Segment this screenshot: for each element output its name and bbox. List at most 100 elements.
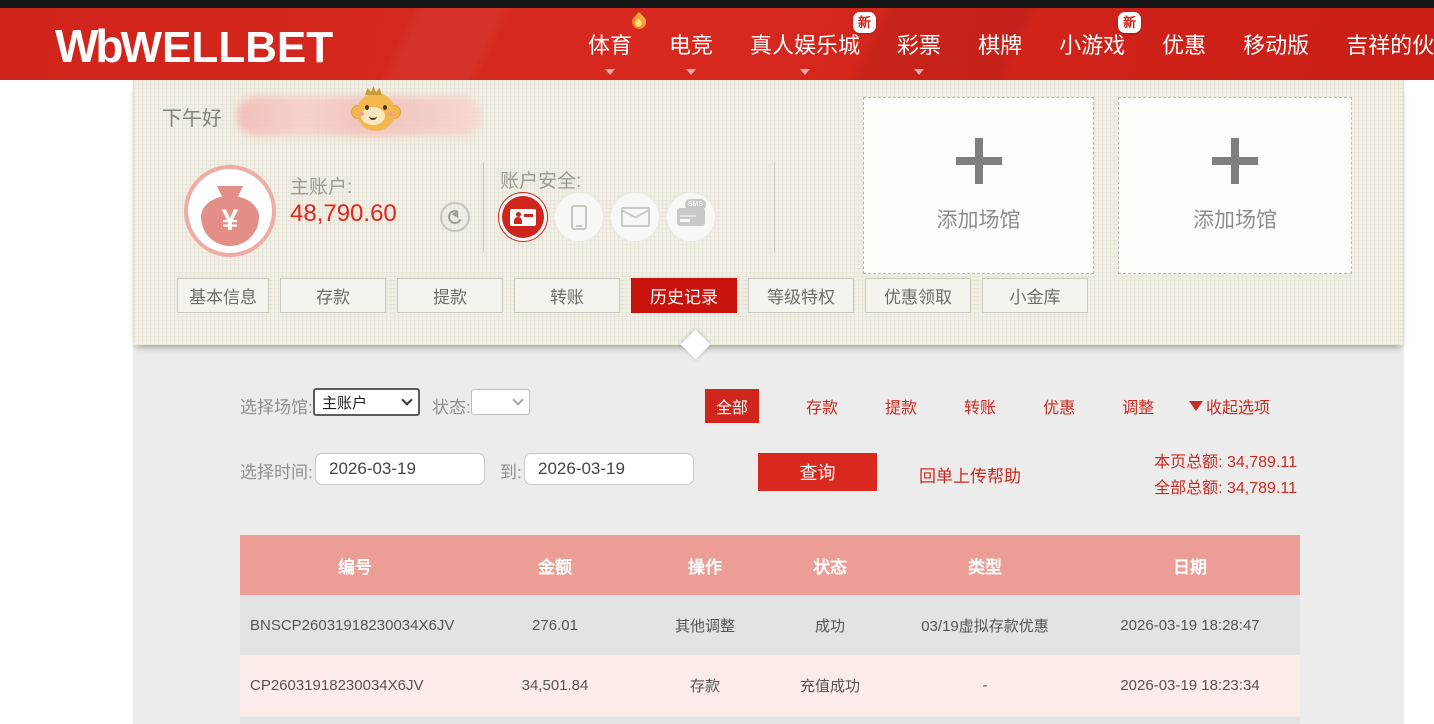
venue-select[interactable]: 主账户 — [313, 388, 420, 416]
nav-label: 彩票 — [897, 28, 941, 60]
history-table: 编号金额操作状态类型日期 BNSCP26031918230034X6JV276.… — [240, 535, 1300, 715]
divider — [774, 162, 775, 252]
account-panel: 下午好 ¥ 主账户: 48,790.60 账户安全: SMS — [133, 80, 1404, 345]
triangle-down-icon — [1189, 401, 1203, 411]
to-label: 到: — [500, 458, 522, 483]
caret-down-icon — [914, 69, 924, 75]
tab-存款[interactable]: 存款 — [280, 278, 386, 313]
table-cell: 2026-03-19 18:23:34 — [1080, 655, 1300, 715]
nav-item-真人娱乐城[interactable]: 真人娱乐城新 — [750, 8, 860, 80]
refresh-balance-button[interactable] — [440, 202, 470, 232]
table-header-row: 编号金额操作状态类型日期 — [240, 535, 1300, 595]
totals: 本页总额: 34,789.11 全部总额: 34,789.11 — [1154, 450, 1297, 502]
money-bag-icon: ¥ — [184, 165, 276, 257]
email-icon[interactable] — [610, 192, 660, 242]
type-filter-提款[interactable]: 提款 — [885, 394, 917, 418]
table-cell: 充值成功 — [770, 655, 890, 715]
nav-item-电竞[interactable]: 电竞 — [669, 8, 713, 80]
wellbet-logo[interactable]: WbWELLBET — [55, 19, 333, 73]
refresh-icon — [446, 208, 464, 226]
logo-text: WELLBET — [121, 23, 334, 72]
nav-item-棋牌[interactable]: 棋牌 — [978, 8, 1022, 80]
plus-icon — [1212, 138, 1258, 184]
id-card-icon[interactable] — [498, 192, 548, 242]
date-from-input[interactable] — [315, 453, 485, 485]
greeting: 下午好 — [162, 102, 222, 131]
table-column-header: 编号 — [240, 535, 470, 595]
tab-提款[interactable]: 提款 — [397, 278, 503, 313]
caret-down-icon — [800, 69, 810, 75]
type-filter-优惠[interactable]: 优惠 — [1043, 394, 1075, 418]
table-cell: 03/19虚拟存款优惠 — [890, 595, 1080, 655]
add-venue-button[interactable]: 添加场馆 — [1118, 97, 1352, 274]
security-icons-row: SMS — [498, 192, 716, 242]
date-to-input[interactable] — [524, 453, 694, 485]
chevron-down-icon — [512, 394, 523, 405]
tab-小金库[interactable]: 小金库 — [982, 278, 1088, 313]
tab-转账[interactable]: 转账 — [514, 278, 620, 313]
nav-label: 吉祥的伙伴 — [1346, 28, 1434, 60]
receipt-upload-help-link[interactable]: 回单上传帮助 — [919, 462, 1021, 487]
new-badge: 新 — [853, 12, 876, 33]
status-select[interactable] — [471, 389, 530, 415]
nav-item-小游戏[interactable]: 小游戏新 — [1059, 8, 1125, 80]
caret-down-icon — [686, 69, 696, 75]
account-security-label: 账户安全: — [500, 166, 581, 193]
type-filter-row: 全部 存款 提款 转账 优惠 调整 — [705, 389, 1154, 423]
site-header: WbWELLBET 体育电竞真人娱乐城新彩票棋牌小游戏新优惠移动版吉祥的伙伴 — [0, 8, 1434, 80]
main-nav: 体育电竞真人娱乐城新彩票棋牌小游戏新优惠移动版吉祥的伙伴 — [588, 8, 1434, 80]
table-cell: 存款 — [640, 655, 770, 715]
tab-等级特权[interactable]: 等级特权 — [748, 278, 854, 313]
nav-item-移动版[interactable]: 移动版 — [1243, 8, 1309, 80]
table-cell: CP26031918230034X6JV — [240, 655, 470, 715]
all-total: 全部总额: 34,789.11 — [1154, 476, 1297, 502]
account-balance: 48,790.60 — [290, 200, 397, 228]
partial-next-row — [240, 717, 1300, 724]
nav-item-优惠[interactable]: 优惠 — [1162, 8, 1206, 80]
table-cell: 2026-03-19 18:28:47 — [1080, 595, 1300, 655]
monkey-avatar-icon — [354, 92, 398, 134]
table-cell: 34,501.84 — [470, 655, 640, 715]
table-row: BNSCP26031918230034X6JV276.01其他调整成功03/19… — [240, 595, 1300, 655]
search-button[interactable]: 查询 — [758, 453, 877, 491]
add-venue-button[interactable]: 添加场馆 — [863, 97, 1094, 274]
table-cell: 其他调整 — [640, 595, 770, 655]
nav-label: 棋牌 — [978, 28, 1022, 60]
tab-基本信息[interactable]: 基本信息 — [177, 278, 269, 313]
nav-label: 小游戏 — [1059, 28, 1125, 60]
nav-label: 优惠 — [1162, 28, 1206, 60]
new-badge: 新 — [1118, 12, 1141, 33]
top-black-bar — [0, 0, 1434, 8]
main-account-label: 主账户: — [290, 172, 352, 199]
plus-icon — [956, 138, 1002, 184]
page-total: 本页总额: 34,789.11 — [1154, 450, 1297, 476]
caret-down-icon — [605, 69, 615, 75]
tab-优惠领取[interactable]: 优惠领取 — [865, 278, 971, 313]
nav-label: 电竞 — [669, 28, 713, 60]
type-filter-调整[interactable]: 调整 — [1122, 394, 1154, 418]
type-filter-存款[interactable]: 存款 — [806, 394, 838, 418]
table-column-header: 类型 — [890, 535, 1080, 595]
chevron-down-icon — [401, 394, 412, 405]
table-column-header: 操作 — [640, 535, 770, 595]
sms-phone-icon[interactable]: SMS — [554, 192, 604, 242]
time-filter-label: 选择时间: — [240, 458, 313, 483]
tab-历史记录[interactable]: 历史记录 — [631, 278, 737, 313]
venue-filter-label: 选择场馆: — [240, 393, 313, 418]
table-row: CP26031918230034X6JV34,501.84存款充值成功-2026… — [240, 655, 1300, 715]
nav-item-体育[interactable]: 体育 — [588, 8, 632, 80]
status-filter-label: 状态: — [432, 393, 471, 418]
table-cell: 成功 — [770, 595, 890, 655]
account-tabs: 基本信息存款提款转账历史记录等级特权优惠领取小金库 — [177, 278, 1088, 313]
nav-item-吉祥的伙伴[interactable]: 吉祥的伙伴 — [1346, 8, 1434, 80]
nav-item-彩票[interactable]: 彩票 — [897, 8, 941, 80]
type-filter-全部[interactable]: 全部 — [705, 389, 759, 423]
divider — [483, 162, 484, 252]
table-cell: - — [890, 655, 1080, 715]
nav-label: 移动版 — [1243, 28, 1309, 60]
type-filter-转账[interactable]: 转账 — [964, 394, 996, 418]
yen-symbol: ¥ — [222, 204, 239, 238]
table-column-header: 状态 — [770, 535, 890, 595]
collapse-options-link[interactable]: 收起选项 — [1189, 394, 1270, 418]
greeting-text: 下午好 — [162, 108, 222, 130]
